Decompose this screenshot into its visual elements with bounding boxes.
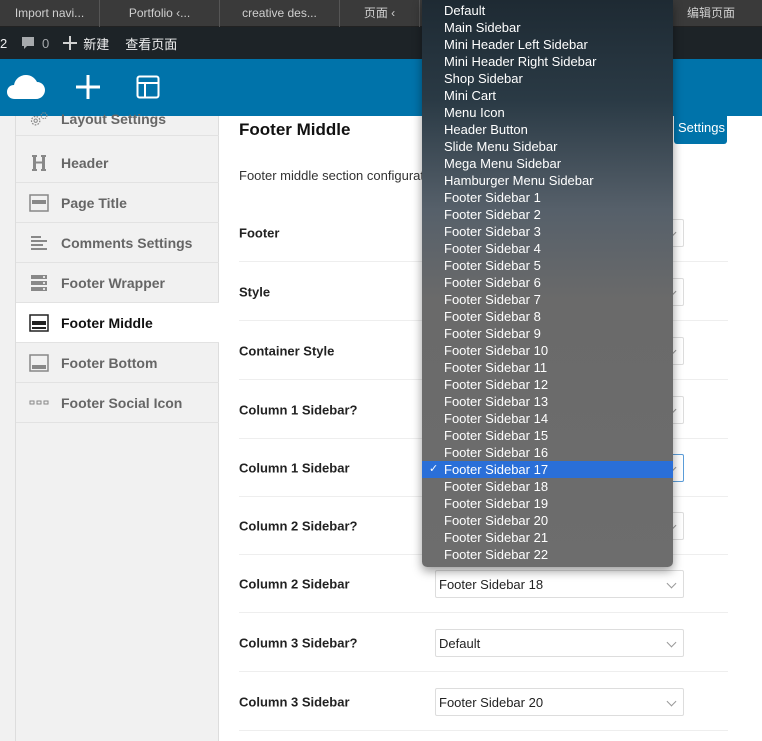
sidebar-item-header[interactable]: Header: [16, 143, 219, 183]
dropdown-option[interactable]: Footer Sidebar 9: [422, 325, 673, 342]
dropdown-option[interactable]: Footer Sidebar 19: [422, 495, 673, 512]
chevron-down-icon: [666, 696, 677, 706]
align-left-icon: [29, 234, 49, 252]
dropdown-option[interactable]: Footer Sidebar 6: [422, 274, 673, 291]
sidebar-item-label: Header: [61, 154, 109, 171]
footer-bottom-icon: [29, 353, 49, 372]
setting-label: Footer: [239, 225, 280, 240]
setting-label: Column 3 Sidebar?: [239, 635, 358, 650]
gears-icon: [29, 110, 49, 128]
setting-label: Style: [239, 284, 271, 299]
server-icon: [29, 274, 49, 292]
sidebar-item-footer-middle[interactable]: Footer Middle: [16, 303, 219, 343]
page-title: Footer Middle: [239, 120, 351, 139]
save-settings-button[interactable]: Settings: [674, 116, 727, 144]
plus-icon[interactable]: [74, 69, 102, 105]
dropdown-option[interactable]: Footer Sidebar 1: [422, 189, 673, 206]
setting-label: Column 2 Sidebar: [239, 576, 350, 591]
chevron-down-icon: [666, 637, 677, 647]
comments-link[interactable]: 0: [20, 35, 49, 51]
sidebar-item-label: Footer Middle: [61, 314, 153, 331]
sidebar-item-layout-settings[interactable]: Layout Settings: [16, 103, 219, 136]
dropdown-option[interactable]: Footer Sidebar 15: [422, 427, 673, 444]
view-page-link[interactable]: 查看页面: [125, 34, 177, 53]
dropdown-option[interactable]: Footer Sidebar 20: [422, 512, 673, 529]
setting-label: Container Style: [239, 343, 335, 358]
sidebar-item-label: Footer Bottom: [61, 354, 158, 371]
checkmark-icon: ✓: [429, 463, 439, 475]
dropdown-option[interactable]: ✓ Footer Sidebar 17: [422, 461, 673, 478]
comments-count: 0: [42, 35, 50, 51]
sidebar-item-label: Layout Settings: [61, 111, 167, 127]
dropdown-option[interactable]: Header Button: [422, 121, 673, 138]
dropdown-option[interactable]: Mini Header Left Sidebar: [422, 36, 673, 53]
view-page-label: 查看页面: [125, 36, 178, 52]
browser-tab[interactable]: Portfolio ‹...: [100, 0, 220, 27]
sidebar-item-label: Footer Wrapper: [61, 274, 165, 291]
dropdown-option[interactable]: Main Sidebar: [422, 19, 673, 36]
settings-sidebar: Layout Settings Header Page Title Commen…: [15, 111, 219, 741]
dropdown-option[interactable]: Footer Sidebar 22: [422, 546, 673, 563]
sidebar-dropdown-list[interactable]: Default Main Sidebar Mini Header Left Side…: [422, 0, 673, 567]
dropdown-option[interactable]: Footer Sidebar 11: [422, 359, 673, 376]
setting-row: Column 3 Sidebar? Default: [239, 614, 728, 672]
dropdown-option[interactable]: Footer Sidebar 12: [422, 376, 673, 393]
comment-icon: [22, 37, 34, 49]
sidebar-item-comments-settings[interactable]: Comments Settings: [16, 223, 219, 263]
dropdown-option[interactable]: Default: [422, 2, 673, 19]
dropdown-option[interactable]: Footer Sidebar 7: [422, 291, 673, 308]
layout-icon[interactable]: [134, 69, 162, 105]
dropdown-option[interactable]: Footer Sidebar 13: [422, 393, 673, 410]
dropdown-option[interactable]: Footer Sidebar 2: [422, 206, 673, 223]
setting-label: Column 1 Sidebar: [239, 460, 350, 475]
browser-tab[interactable]: 页面 ‹: [340, 0, 420, 27]
sidebar-item-label: Footer Social Icon: [61, 394, 183, 411]
new-content-link[interactable]: 新建: [63, 34, 109, 53]
dropdown-option[interactable]: Mini Cart: [422, 87, 673, 104]
dropdown-option[interactable]: Footer Sidebar 8: [422, 308, 673, 325]
browser-tab[interactable]: Import navi...: [0, 0, 100, 27]
cloud-logo-icon[interactable]: [6, 69, 46, 105]
dropdown-option[interactable]: Footer Sidebar 14: [422, 410, 673, 427]
column-3-toggle-select[interactable]: Default: [435, 628, 684, 657]
column-3-sidebar-select[interactable]: Footer Sidebar 20: [435, 687, 684, 716]
dropdown-option[interactable]: Footer Sidebar 3: [422, 223, 673, 240]
dropdown-option[interactable]: Footer Sidebar 21: [422, 529, 673, 546]
sidebar-item-page-title[interactable]: Page Title: [16, 183, 219, 223]
section-description: Footer middle section configuration: [239, 168, 425, 183]
dropdown-option[interactable]: Mini Header Right Sidebar: [422, 53, 673, 70]
column-2-sidebar-select[interactable]: Footer Sidebar 18: [435, 569, 684, 598]
dropdown-option[interactable]: Shop Sidebar: [422, 70, 673, 87]
footer-middle-icon: [29, 313, 49, 332]
dropdown-option[interactable]: Mega Menu Sidebar: [422, 155, 673, 172]
plus-icon: [63, 36, 78, 50]
sidebar-item-footer-wrapper[interactable]: Footer Wrapper: [16, 263, 219, 303]
dropdown-option[interactable]: Hamburger Menu Sidebar: [422, 172, 673, 189]
sidebar-item-label: Page Title: [61, 194, 127, 211]
dropdown-option[interactable]: Menu Icon: [422, 104, 673, 121]
sidebar-item-label: Comments Settings: [61, 234, 193, 251]
browser-tab[interactable]: 编辑页面: [660, 0, 762, 27]
chevron-down-icon: [666, 578, 677, 588]
new-label: 新建: [83, 36, 110, 52]
setting-label: Column 1 Sidebar?: [239, 402, 358, 417]
admin-bar-count[interactable]: 2: [0, 36, 10, 51]
dropdown-option[interactable]: Footer Sidebar 5: [422, 257, 673, 274]
page-title-icon: [29, 193, 49, 212]
browser-tab[interactable]: creative des...: [220, 0, 340, 27]
sidebar-item-footer-social-icon[interactable]: Footer Social Icon: [16, 383, 219, 423]
setting-label: Column 2 Sidebar?: [239, 518, 358, 533]
setting-row: Column 3 Sidebar Footer Sidebar 20: [239, 673, 728, 731]
setting-label: Column 3 Sidebar: [239, 694, 350, 709]
dropdown-option[interactable]: Footer Sidebar 4: [422, 240, 673, 257]
dropdown-option[interactable]: Footer Sidebar 16: [422, 444, 673, 461]
dropdown-option[interactable]: Footer Sidebar 10: [422, 342, 673, 359]
heading-icon: [29, 154, 49, 172]
dots-icon: [29, 394, 49, 412]
sidebar-item-footer-bottom[interactable]: Footer Bottom: [16, 343, 219, 383]
dropdown-option[interactable]: Footer Sidebar 18: [422, 478, 673, 495]
dropdown-option[interactable]: Slide Menu Sidebar: [422, 138, 673, 155]
